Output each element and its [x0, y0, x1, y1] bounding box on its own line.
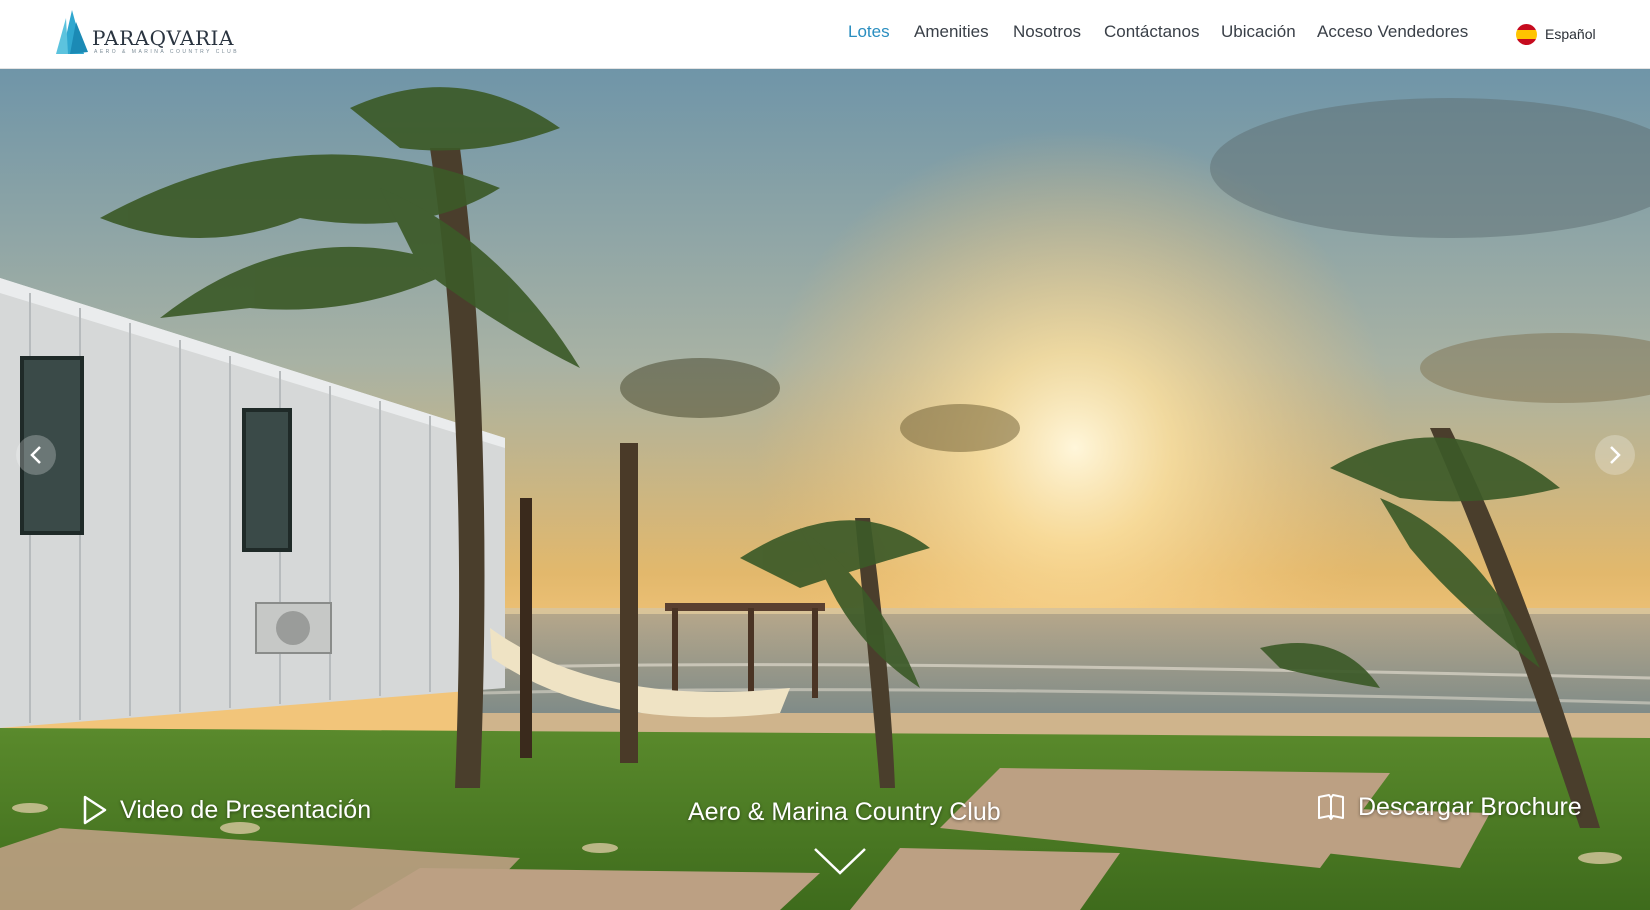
scroll-down-button[interactable] — [812, 846, 868, 881]
chevron-left-icon — [30, 446, 41, 464]
language-selector[interactable]: Español — [1516, 23, 1596, 45]
book-icon — [1318, 794, 1344, 820]
nav-contactanos[interactable]: Contáctanos — [1104, 22, 1199, 42]
play-icon — [83, 795, 107, 825]
logo-subtitle: AERO & MARINA COUNTRY CLUB — [94, 49, 240, 55]
language-label: Español — [1545, 26, 1596, 42]
video-presentation-link[interactable]: Video de Presentación — [82, 794, 371, 826]
sail-logo-icon — [56, 10, 88, 54]
nav-amenities[interactable]: Amenities — [914, 22, 989, 42]
hero-slider: Video de Presentación Aero & Marina Coun… — [0, 68, 1650, 910]
site-header: PARAQVARIA AERO & MARINA COUNTRY CLUB Lo… — [0, 0, 1650, 69]
download-brochure-link[interactable]: Descargar Brochure — [1316, 792, 1582, 822]
brochure-label: Descargar Brochure — [1358, 792, 1582, 821]
video-label: Video de Presentación — [120, 795, 372, 824]
prev-slide-button[interactable] — [16, 435, 56, 475]
chevron-right-icon — [1610, 446, 1621, 464]
nav-lotes[interactable]: Lotes — [848, 22, 890, 42]
spain-flag-icon — [1516, 23, 1537, 45]
chevron-down-icon — [814, 848, 866, 875]
logo[interactable]: PARAQVARIA AERO & MARINA COUNTRY CLUB — [54, 8, 237, 60]
hero-background-image — [0, 68, 1650, 910]
nav-acceso-vendedores[interactable]: Acceso Vendedores — [1317, 22, 1468, 42]
next-slide-button[interactable] — [1595, 435, 1635, 475]
hero-title: Aero & Marina Country Club — [688, 798, 1001, 826]
logo-text: PARAQVARIA — [92, 26, 234, 50]
nav-ubicacion[interactable]: Ubicación — [1221, 22, 1296, 42]
nav-nosotros[interactable]: Nosotros — [1013, 22, 1081, 42]
